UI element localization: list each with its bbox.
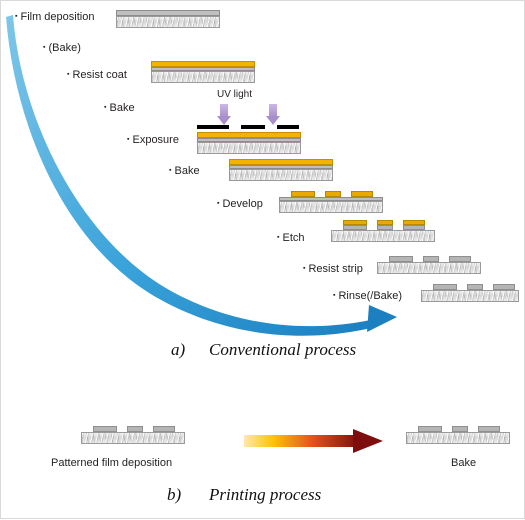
substrate (406, 432, 510, 444)
heat-arrow (244, 429, 383, 453)
substrate (229, 169, 333, 181)
step-label-etch: Etch (277, 232, 304, 244)
substrate (151, 71, 255, 83)
substrate (197, 142, 301, 154)
photomask-segment (197, 125, 229, 129)
step-label-bake-2: Bake (104, 102, 134, 114)
step-label-film-deposition: Film deposition (15, 11, 94, 23)
caption-a-text: Conventional process (209, 340, 357, 359)
label-patterned-film-deposition: Patterned film deposition (51, 457, 173, 469)
substrate (331, 230, 435, 242)
substrate (421, 290, 519, 302)
figure-root: Film deposition (Bake) Resist coat Bake … (0, 0, 525, 519)
substrate (116, 16, 220, 28)
caption-b-text: Printing process (209, 485, 322, 504)
substrate (81, 432, 185, 444)
step-label-rinse-bake: Rinse(/Bake) (333, 290, 402, 302)
substrate (279, 201, 383, 213)
step-label-exposure: Exposure (127, 134, 178, 146)
uv-light-label: UV light (217, 89, 253, 100)
label-bake-printed: Bake (451, 457, 477, 469)
step-label-bake-3: Bake (169, 165, 199, 177)
step-label-resist-coat: Resist coat (67, 69, 126, 81)
step-label-develop: Develop (217, 198, 262, 210)
substrate (377, 262, 481, 274)
photomask-segment (277, 125, 299, 129)
uv-light-arrows (217, 104, 280, 125)
step-label-bake-1: (Bake) (43, 42, 80, 54)
caption-a-label: a) (171, 340, 186, 359)
caption-b-label: b) (167, 485, 182, 504)
step-label-resist-strip: Resist strip (303, 263, 362, 275)
photomask-segment (241, 125, 265, 129)
